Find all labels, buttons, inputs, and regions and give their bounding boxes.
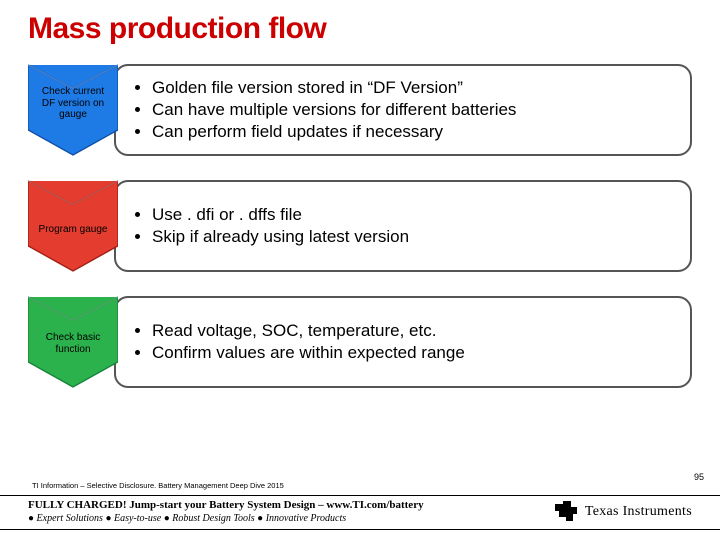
page-number: 95 (694, 472, 704, 482)
footer-line2: ● Expert Solutions ● Easy-to-use ● Robus… (28, 513, 424, 526)
footer-item: Easy-to-use (114, 513, 161, 524)
bullet-item: Use . dfi or . dffs file (152, 204, 409, 226)
ti-chip-icon (553, 501, 579, 523)
bullet-list: Read voltage, SOC, temperature, etc. Con… (130, 320, 465, 364)
slide: Mass production flow Check current DF ve… (0, 0, 720, 540)
chevron-label: Check basic function (34, 332, 112, 355)
chevron-label: Program gauge (34, 224, 112, 236)
flow-row: Check basic function Read voltage, SOC, … (28, 296, 692, 388)
chevron-blue: Check current DF version on gauge (28, 64, 118, 156)
bullet-item: Can have multiple versions for different… (152, 99, 516, 121)
bullet-item: Confirm values are within expected range (152, 342, 465, 364)
chevron-red: Program gauge (28, 180, 118, 272)
flow-rows: Check current DF version on gauge Golden… (28, 64, 692, 388)
disclosure-text: TI Information – Selective Disclosure. B… (32, 481, 284, 490)
bullet-item: Read voltage, SOC, temperature, etc. (152, 320, 465, 342)
ti-logo-text: Texas Instruments (585, 504, 692, 520)
chevron-green: Check basic function (28, 296, 118, 388)
bullet-item: Can perform field updates if necessary (152, 121, 516, 143)
bullet-box: Read voltage, SOC, temperature, etc. Con… (114, 296, 692, 388)
bullet-box: Use . dfi or . dffs file Skip if already… (114, 180, 692, 272)
ti-logo: Texas Instruments (553, 501, 692, 523)
footer-item: Innovative Products (266, 513, 346, 524)
flow-row: Check current DF version on gauge Golden… (28, 64, 692, 156)
bullet-item: Skip if already using latest version (152, 226, 409, 248)
slide-title: Mass production flow (28, 12, 692, 46)
footer-bar: FULLY CHARGED! Jump-start your Battery S… (0, 495, 720, 530)
chevron-label: Check current DF version on gauge (34, 86, 112, 121)
footer-line1: FULLY CHARGED! Jump-start your Battery S… (28, 499, 424, 513)
footer-text: FULLY CHARGED! Jump-start your Battery S… (28, 499, 424, 525)
flow-row: Program gauge Use . dfi or . dffs file S… (28, 180, 692, 272)
bullet-item: Golden file version stored in “DF Versio… (152, 77, 516, 99)
bullet-list: Use . dfi or . dffs file Skip if already… (130, 204, 409, 248)
bullet-list: Golden file version stored in “DF Versio… (130, 77, 516, 143)
footer-item: Robust Design Tools (172, 513, 254, 524)
footer-item: Expert Solutions (37, 513, 103, 524)
bullet-box: Golden file version stored in “DF Versio… (114, 64, 692, 156)
